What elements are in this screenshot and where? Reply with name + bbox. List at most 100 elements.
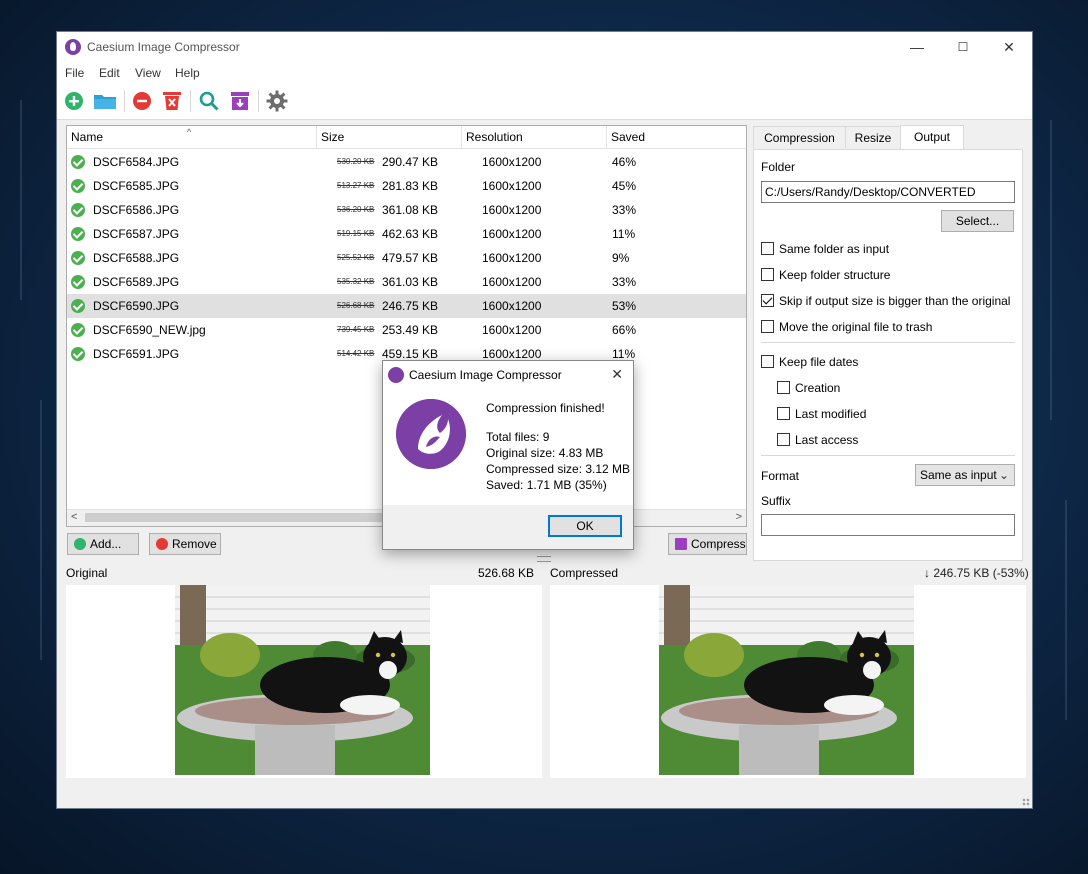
column-header-size[interactable]: Size — [317, 126, 462, 148]
last-access-label: Last access — [795, 433, 859, 447]
compressed-size: 459.15 KB — [382, 347, 439, 361]
table-row[interactable]: DSCF6584.JPG 530.20 KB 290.47 KB 1600x12… — [67, 150, 746, 174]
skip-bigger-label: Skip if output size is bigger than the o… — [779, 294, 1011, 308]
move-to-trash-label: Move the original file to trash — [779, 320, 933, 334]
menu-help[interactable]: Help — [175, 66, 200, 80]
app-logo-icon — [388, 367, 404, 383]
table-row[interactable]: DSCF6589.JPG 535.32 KB 361.03 KB 1600x12… — [67, 270, 746, 294]
saved-percent: 11% — [612, 347, 636, 361]
last-access-checkbox[interactable] — [777, 433, 790, 446]
add-button[interactable]: Add... — [67, 533, 139, 555]
settings-icon[interactable] — [265, 89, 289, 113]
original-size: 535.32 KB — [337, 277, 375, 286]
original-size: 513.27 KB — [337, 181, 375, 190]
success-check-icon — [71, 347, 85, 361]
tab-compression[interactable]: Compression — [753, 126, 846, 148]
saved-percent: 11% — [612, 227, 636, 241]
dialog-close-button[interactable]: ✕ — [611, 366, 623, 383]
compressed-size: 462.63 KB — [382, 227, 439, 241]
table-row[interactable]: DSCF6588.JPG 525.52 KB 479.57 KB 1600x12… — [67, 246, 746, 270]
scroll-right-icon[interactable]: > — [736, 511, 742, 523]
add-icon[interactable] — [62, 89, 86, 113]
remove-icon — [156, 538, 168, 550]
table-row[interactable]: DSCF6585.JPG 513.27 KB 281.83 KB 1600x12… — [67, 174, 746, 198]
maximize-button[interactable]: ☐ — [940, 32, 986, 62]
add-button-label: Add... — [90, 537, 122, 551]
settings-tabs: Compression Resize Output — [753, 125, 1023, 150]
menu-view[interactable]: View — [135, 66, 161, 80]
ok-button[interactable]: OK — [548, 515, 622, 537]
remove-button[interactable]: Remove — [149, 533, 221, 555]
table-row[interactable]: DSCF6587.JPG 519.15 KB 462.63 KB 1600x12… — [67, 222, 746, 246]
remove-icon[interactable] — [130, 89, 154, 113]
minimize-button[interactable]: — — [894, 32, 940, 62]
chevron-down-icon: ⌄ — [998, 468, 1009, 482]
clear-list-icon[interactable] — [160, 89, 184, 113]
file-name: DSCF6590_NEW.jpg — [93, 323, 206, 337]
format-selected-value: Same as input — [920, 468, 997, 482]
close-button[interactable]: ✕ — [986, 32, 1032, 62]
file-name: DSCF6587.JPG — [93, 227, 180, 241]
success-check-icon — [71, 227, 85, 241]
tab-resize[interactable]: Resize — [845, 126, 901, 148]
compress-button[interactable]: Compress — [668, 533, 747, 555]
compress-archive-icon[interactable] — [228, 89, 252, 113]
table-row-selected[interactable]: DSCF6590.JPG 526.68 KB 246.75 KB 1600x12… — [67, 294, 746, 318]
format-select[interactable]: Same as input ⌄ — [915, 464, 1015, 486]
saved-percent: 66% — [612, 323, 637, 337]
same-folder-checkbox[interactable] — [761, 242, 774, 255]
compressed-size: 361.08 KB — [382, 203, 439, 217]
resolution: 1600x1200 — [482, 323, 542, 337]
compressed-size: 290.47 KB — [382, 155, 439, 169]
compress-button-label: Compress — [691, 537, 746, 551]
column-header-name[interactable]: Name ^ — [67, 126, 317, 148]
splitter-handle[interactable] — [537, 556, 551, 562]
creation-date-checkbox[interactable] — [777, 381, 790, 394]
tab-output[interactable]: Output — [900, 125, 964, 150]
suffix-input[interactable] — [761, 514, 1015, 536]
original-size-text: Original size: 4.83 MB — [486, 446, 604, 460]
resize-grip-icon[interactable] — [1022, 798, 1030, 806]
resolution: 1600x1200 — [482, 227, 542, 241]
app-logo-icon — [65, 39, 81, 55]
open-folder-icon[interactable] — [92, 89, 118, 113]
settings-panel: Compression Resize Output Folder C:/User… — [753, 125, 1023, 561]
scrollbar-thumb[interactable] — [85, 513, 385, 522]
column-header-saved[interactable]: Saved — [607, 126, 746, 148]
caesium-logo-icon — [396, 399, 466, 469]
menu-file[interactable]: File — [65, 66, 84, 80]
search-icon[interactable] — [197, 89, 221, 113]
keep-folder-structure-checkbox[interactable] — [761, 268, 774, 281]
saved-percent: 9% — [612, 251, 630, 265]
skip-bigger-checkbox[interactable] — [761, 294, 774, 307]
compressed-size: 281.83 KB — [382, 179, 439, 193]
file-name: DSCF6585.JPG — [93, 179, 180, 193]
sort-ascending-icon: ^ — [187, 127, 192, 137]
file-name: DSCF6589.JPG — [93, 275, 180, 289]
keep-folder-structure-label: Keep folder structure — [779, 268, 891, 282]
table-row[interactable]: DSCF6586.JPG 536.20 KB 361.08 KB 1600x12… — [67, 198, 746, 222]
original-cat-photo — [175, 585, 430, 775]
menu-edit[interactable]: Edit — [99, 66, 120, 80]
dialog-heading: Compression finished! — [486, 401, 605, 415]
folder-path-field[interactable]: C:/Users/Randy/Desktop/CONVERTED — [761, 181, 1015, 203]
toolbar-separator — [258, 90, 259, 112]
compression-finished-dialog: Caesium Image Compressor ✕ Compression f… — [382, 360, 634, 550]
last-modified-checkbox[interactable] — [777, 407, 790, 420]
saved-text: Saved: 1.71 MB (35%) — [486, 478, 607, 492]
move-to-trash-checkbox[interactable] — [761, 320, 774, 333]
original-size: 739.45 KB — [337, 325, 375, 334]
keep-file-dates-checkbox[interactable] — [761, 355, 774, 368]
scroll-left-icon[interactable]: < — [71, 511, 77, 523]
original-size: 525.52 KB — [337, 253, 375, 262]
success-check-icon — [71, 299, 85, 313]
column-header-resolution[interactable]: Resolution — [462, 126, 607, 148]
select-folder-button[interactable]: Select... — [941, 210, 1014, 232]
table-row[interactable]: DSCF6590_NEW.jpg 739.45 KB 253.49 KB 160… — [67, 318, 746, 342]
file-name: DSCF6588.JPG — [93, 251, 180, 265]
window-title: Caesium Image Compressor — [87, 40, 240, 54]
saved-percent: 45% — [612, 179, 637, 193]
original-size: 530.20 KB — [337, 157, 375, 166]
creation-date-label: Creation — [795, 381, 841, 395]
compressed-size: 246.75 KB — [382, 299, 439, 313]
